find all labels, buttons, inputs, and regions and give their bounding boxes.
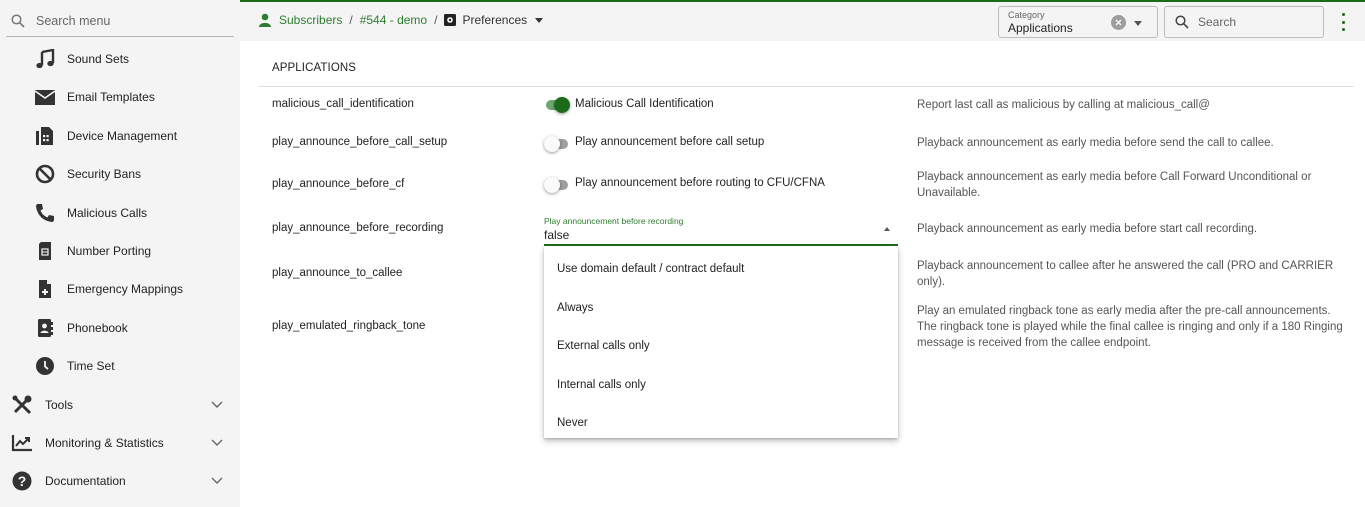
search-menu-placeholder: Search menu: [36, 14, 111, 28]
chevron-down-icon: [210, 474, 224, 488]
sidebar-item-malicious-calls[interactable]: Malicious Calls: [0, 194, 240, 232]
play-announce-before-call-setup-toggle[interactable]: [544, 136, 570, 152]
select-value: false: [544, 228, 570, 242]
sidebar-item-label: Number Porting: [67, 244, 152, 258]
pref-name: play_announce_before_call_setup: [272, 136, 448, 148]
preferences-panel: APPLICATIONS malicious_call_identificati…: [240, 41, 1365, 507]
caret-down-icon[interactable]: [1134, 21, 1142, 26]
toggle-label: Play announcement before call setup: [575, 136, 765, 148]
medical-file-icon: [34, 278, 56, 300]
svg-text:?: ?: [18, 473, 27, 489]
chart-line-icon: [11, 432, 33, 454]
breadcrumb-separator: /: [349, 13, 353, 27]
app-root: Search menu Sound Sets Email Templates D…: [0, 0, 1365, 507]
dropdown-option[interactable]: External calls only: [544, 327, 898, 365]
sidebar-item-sound-sets[interactable]: Sound Sets: [0, 40, 240, 78]
dropdown-option[interactable]: Never: [544, 404, 898, 442]
breadcrumb-current[interactable]: Preferences: [462, 13, 527, 27]
sidebar-item-label: Device Management: [67, 129, 178, 143]
section-title: APPLICATIONS: [272, 62, 357, 74]
clock-icon: [34, 355, 56, 377]
sidebar-item-time-set[interactable]: Time Set: [0, 347, 240, 385]
sidebar-item-label: Sound Sets: [67, 52, 130, 66]
chevron-down-icon: [210, 436, 224, 450]
dropdown-menu: Use domain default / contract default Al…: [544, 246, 898, 438]
sidebar-item-label: Emergency Mappings: [67, 282, 184, 296]
settings-box-icon: [444, 14, 457, 26]
music-note-icon: [34, 48, 56, 70]
sidebar-item-label: Tools: [45, 398, 74, 412]
dropdown-option[interactable]: Internal calls only: [544, 366, 898, 404]
top-bar: Subscribers / #544 - demo / Preferences …: [240, 0, 1365, 41]
breadcrumb-subscriber[interactable]: #544 - demo: [360, 13, 427, 27]
sidebar-item-monitoring[interactable]: Monitoring & Statistics: [0, 424, 240, 462]
sidebar-item-number-porting[interactable]: Number Porting: [0, 232, 240, 270]
breadcrumb-subscribers[interactable]: Subscribers: [279, 13, 342, 27]
pref-name: play_announce_to_callee: [272, 267, 403, 279]
caret-up-icon[interactable]: [884, 227, 890, 231]
envelope-icon: [34, 86, 56, 108]
pref-name: malicious_call_identification: [272, 98, 414, 110]
pref-description: Playback announcement as early media bef…: [917, 171, 1312, 199]
clear-icon[interactable]: [1111, 15, 1126, 30]
pref-name: play_emulated_ringback_tone: [272, 320, 426, 332]
breadcrumb: Subscribers / #544 - demo / Preferences: [258, 13, 544, 27]
toggle-label: Malicious Call Identification: [575, 98, 714, 110]
sidebar-item-emergency-mappings[interactable]: Emergency Mappings: [0, 270, 240, 308]
section-divider: [259, 86, 1354, 87]
sidebar-item-tools[interactable]: Tools: [0, 386, 240, 424]
sidebar-item-label: Phonebook: [67, 321, 128, 335]
chevron-down-icon: [210, 398, 224, 412]
dropdown-option[interactable]: Use domain default / contract default: [544, 250, 898, 288]
pref-name: play_announce_before_recording: [272, 222, 444, 234]
category-label: Category: [1008, 10, 1045, 20]
pref-description: Playback announcement as early media bef…: [917, 137, 1274, 149]
category-value: Applications: [1008, 21, 1073, 35]
tools-icon: [11, 394, 33, 416]
sidebar-item-security-bans[interactable]: Security Bans: [0, 155, 240, 193]
more-vert-icon[interactable]: [1336, 13, 1350, 31]
search-input[interactable]: Search: [1164, 6, 1324, 38]
help-circle-icon: ?: [11, 470, 33, 492]
pref-description: Play an emulated ringback tone as early …: [917, 305, 1343, 349]
sidebar-item-label: Email Templates: [67, 90, 155, 104]
search-icon: [8, 11, 28, 31]
user-icon: [258, 13, 272, 27]
contact-book-icon: [34, 317, 56, 339]
pref-description: Playback announcement as early media bef…: [917, 223, 1258, 235]
category-select[interactable]: Category Applications: [998, 6, 1158, 38]
search-menu-input[interactable]: Search menu: [6, 6, 234, 37]
sidebar-item-documentation[interactable]: ? Documentation: [0, 462, 240, 500]
play-announce-before-recording-select[interactable]: Play announcement before recording false: [544, 213, 898, 246]
phone-icon: [34, 202, 56, 224]
breadcrumb-separator: /: [434, 13, 438, 27]
sidebar-item-label: Monitoring & Statistics: [45, 436, 164, 450]
sidebar-item-label: Security Bans: [67, 167, 142, 181]
sim-card-icon: [34, 240, 56, 262]
select-label: Play announcement before recording: [544, 216, 684, 226]
sidebar-item-phonebook[interactable]: Phonebook: [0, 309, 240, 347]
sidebar-item-device-management[interactable]: Device Management: [0, 117, 240, 155]
pref-description: Report last call as malicious by calling…: [917, 99, 1210, 111]
sidebar: Search menu Sound Sets Email Templates D…: [0, 0, 240, 507]
search-placeholder: Search: [1198, 15, 1237, 29]
sidebar-item-label: Time Set: [67, 359, 115, 373]
sidebar-item-label: Malicious Calls: [67, 206, 148, 220]
dropdown-option[interactable]: Always: [544, 289, 898, 327]
malicious-call-identification-toggle[interactable]: [544, 97, 570, 113]
ban-icon: [34, 163, 56, 185]
toggle-label: Play announcement before routing to CFU/…: [575, 177, 825, 189]
pref-name: play_announce_before_cf: [272, 178, 405, 190]
search-icon: [1175, 15, 1189, 29]
sidebar-item-label: Documentation: [45, 474, 126, 488]
sidebar-item-email-templates[interactable]: Email Templates: [0, 78, 240, 116]
pref-description: Playback announcement to callee after he…: [917, 260, 1334, 288]
caret-down-icon[interactable]: [535, 17, 544, 23]
fax-icon: [34, 125, 56, 147]
play-announce-before-cf-toggle[interactable]: [544, 177, 570, 193]
